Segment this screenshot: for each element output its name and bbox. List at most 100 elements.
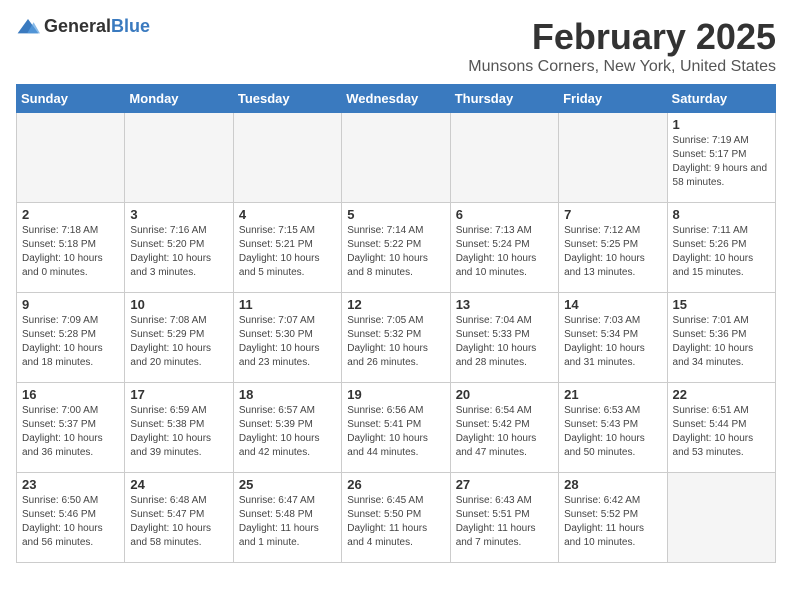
day-info: Sunrise: 6:42 AM Sunset: 5:52 PM Dayligh… [564,494,661,550]
day-info: Sunrise: 6:54 AM Sunset: 5:42 PM Dayligh… [456,404,553,460]
day-info: Sunrise: 7:00 AM Sunset: 5:37 PM Dayligh… [22,404,119,460]
day-info: Sunrise: 7:19 AM Sunset: 5:17 PM Dayligh… [673,134,770,190]
calendar-cell [125,113,233,203]
day-number: 28 [564,477,661,492]
calendar-cell: 8 Sunrise: 7:11 AM Sunset: 5:26 PM Daylig… [667,203,775,293]
day-info: Sunrise: 7:13 AM Sunset: 5:24 PM Dayligh… [456,224,553,280]
calendar-week-3: 9 Sunrise: 7:09 AM Sunset: 5:28 PM Daylig… [17,293,776,383]
weekday-header-monday: Monday [125,85,233,113]
day-number: 13 [456,297,553,312]
location-title: Munsons Corners, New York, United States [468,58,776,76]
day-info: Sunrise: 7:08 AM Sunset: 5:29 PM Dayligh… [130,314,227,370]
calendar-cell: 1Sunrise: 7:19 AM Sunset: 5:17 PM Daylig… [667,113,775,203]
day-info: Sunrise: 7:18 AM Sunset: 5:18 PM Dayligh… [22,224,119,280]
calendar-cell [17,113,125,203]
weekday-header-friday: Friday [559,85,667,113]
day-number: 15 [673,297,770,312]
day-info: Sunrise: 6:51 AM Sunset: 5:44 PM Dayligh… [673,404,770,460]
day-number: 24 [130,477,227,492]
day-number: 9 [22,297,119,312]
calendar-cell: 23 Sunrise: 6:50 AM Sunset: 5:46 PM Dayli… [17,473,125,563]
calendar-cell: 2Sunrise: 7:18 AM Sunset: 5:18 PM Daylig… [17,203,125,293]
calendar-cell: 7 Sunrise: 7:12 AM Sunset: 5:25 PM Daylig… [559,203,667,293]
calendar-cell [667,473,775,563]
day-info: Sunrise: 7:04 AM Sunset: 5:33 PM Dayligh… [456,314,553,370]
calendar-week-5: 23 Sunrise: 6:50 AM Sunset: 5:46 PM Dayli… [17,473,776,563]
day-number: 5 [347,207,444,222]
calendar-cell: 12 Sunrise: 7:05 AM Sunset: 5:32 PM Dayli… [342,293,450,383]
day-info: Sunrise: 7:07 AM Sunset: 5:30 PM Dayligh… [239,314,336,370]
calendar-cell: 17Sunrise: 6:59 AM Sunset: 5:38 PM Dayli… [125,383,233,473]
calendar-cell: 18Sunrise: 6:57 AM Sunset: 5:39 PM Dayli… [233,383,341,473]
logo-icon [16,17,40,37]
day-number: 19 [347,387,444,402]
calendar-week-1: 1Sunrise: 7:19 AM Sunset: 5:17 PM Daylig… [17,113,776,203]
calendar-cell: 19 Sunrise: 6:56 AM Sunset: 5:41 PM Dayli… [342,383,450,473]
day-info: Sunrise: 6:56 AM Sunset: 5:41 PM Dayligh… [347,404,444,460]
day-info: Sunrise: 7:05 AM Sunset: 5:32 PM Dayligh… [347,314,444,370]
logo-text: GeneralBlue [44,16,150,37]
day-number: 25 [239,477,336,492]
day-info: Sunrise: 6:50 AM Sunset: 5:46 PM Dayligh… [22,494,119,550]
day-info: Sunrise: 6:53 AM Sunset: 5:43 PM Dayligh… [564,404,661,460]
calendar-cell: 21 Sunrise: 6:53 AM Sunset: 5:43 PM Dayli… [559,383,667,473]
calendar-cell: 6Sunrise: 7:13 AM Sunset: 5:24 PM Daylig… [450,203,558,293]
day-info: Sunrise: 7:11 AM Sunset: 5:26 PM Dayligh… [673,224,770,280]
day-number: 20 [456,387,553,402]
day-info: Sunrise: 7:16 AM Sunset: 5:20 PM Dayligh… [130,224,227,280]
weekday-header-thursday: Thursday [450,85,558,113]
weekday-header-wednesday: Wednesday [342,85,450,113]
weekday-header-row: SundayMondayTuesdayWednesdayThursdayFrid… [17,85,776,113]
day-info: Sunrise: 7:01 AM Sunset: 5:36 PM Dayligh… [673,314,770,370]
calendar-cell: 26 Sunrise: 6:45 AM Sunset: 5:50 PM Dayli… [342,473,450,563]
weekday-header-saturday: Saturday [667,85,775,113]
calendar-week-2: 2Sunrise: 7:18 AM Sunset: 5:18 PM Daylig… [17,203,776,293]
header: GeneralBlue February 2025 Munsons Corner… [16,16,776,76]
day-number: 11 [239,297,336,312]
day-number: 8 [673,207,770,222]
calendar-week-4: 16 Sunrise: 7:00 AM Sunset: 5:37 PM Dayli… [17,383,776,473]
day-info: Sunrise: 7:14 AM Sunset: 5:22 PM Dayligh… [347,224,444,280]
calendar-cell [342,113,450,203]
weekday-header-sunday: Sunday [17,85,125,113]
day-number: 7 [564,207,661,222]
calendar-cell: 22 Sunrise: 6:51 AM Sunset: 5:44 PM Dayli… [667,383,775,473]
day-number: 14 [564,297,661,312]
day-number: 23 [22,477,119,492]
calendar-cell: 14Sunrise: 7:03 AM Sunset: 5:34 PM Dayli… [559,293,667,383]
day-number: 21 [564,387,661,402]
day-info: Sunrise: 6:45 AM Sunset: 5:50 PM Dayligh… [347,494,444,550]
calendar-table: SundayMondayTuesdayWednesdayThursdayFrid… [16,84,776,563]
day-number: 12 [347,297,444,312]
day-number: 27 [456,477,553,492]
day-number: 4 [239,207,336,222]
calendar-cell: 20 Sunrise: 6:54 AM Sunset: 5:42 PM Dayli… [450,383,558,473]
day-number: 26 [347,477,444,492]
calendar-cell: 9 Sunrise: 7:09 AM Sunset: 5:28 PM Daylig… [17,293,125,383]
weekday-header-tuesday: Tuesday [233,85,341,113]
calendar-cell: 28 Sunrise: 6:42 AM Sunset: 5:52 PM Dayli… [559,473,667,563]
calendar-cell: 25Sunrise: 6:47 AM Sunset: 5:48 PM Dayli… [233,473,341,563]
day-number: 17 [130,387,227,402]
calendar-cell: 5 Sunrise: 7:14 AM Sunset: 5:22 PM Daylig… [342,203,450,293]
calendar-cell [233,113,341,203]
calendar-cell: 11 Sunrise: 7:07 AM Sunset: 5:30 PM Dayli… [233,293,341,383]
calendar-cell [450,113,558,203]
day-info: Sunrise: 6:43 AM Sunset: 5:51 PM Dayligh… [456,494,553,550]
day-info: Sunrise: 7:15 AM Sunset: 5:21 PM Dayligh… [239,224,336,280]
day-number: 22 [673,387,770,402]
calendar-cell: 10 Sunrise: 7:08 AM Sunset: 5:29 PM Dayli… [125,293,233,383]
day-number: 10 [130,297,227,312]
calendar-cell: 15 Sunrise: 7:01 AM Sunset: 5:36 PM Dayli… [667,293,775,383]
day-info: Sunrise: 6:57 AM Sunset: 5:39 PM Dayligh… [239,404,336,460]
calendar-cell: 27 Sunrise: 6:43 AM Sunset: 5:51 PM Dayli… [450,473,558,563]
day-number: 16 [22,387,119,402]
logo-blue: Blue [111,16,150,36]
day-info: Sunrise: 6:48 AM Sunset: 5:47 PM Dayligh… [130,494,227,550]
day-info: Sunrise: 7:12 AM Sunset: 5:25 PM Dayligh… [564,224,661,280]
calendar-cell [559,113,667,203]
calendar-cell: 13 Sunrise: 7:04 AM Sunset: 5:33 PM Dayli… [450,293,558,383]
calendar-cell: 24 Sunrise: 6:48 AM Sunset: 5:47 PM Dayli… [125,473,233,563]
day-info: Sunrise: 7:09 AM Sunset: 5:28 PM Dayligh… [22,314,119,370]
month-title: February 2025 [468,16,776,58]
